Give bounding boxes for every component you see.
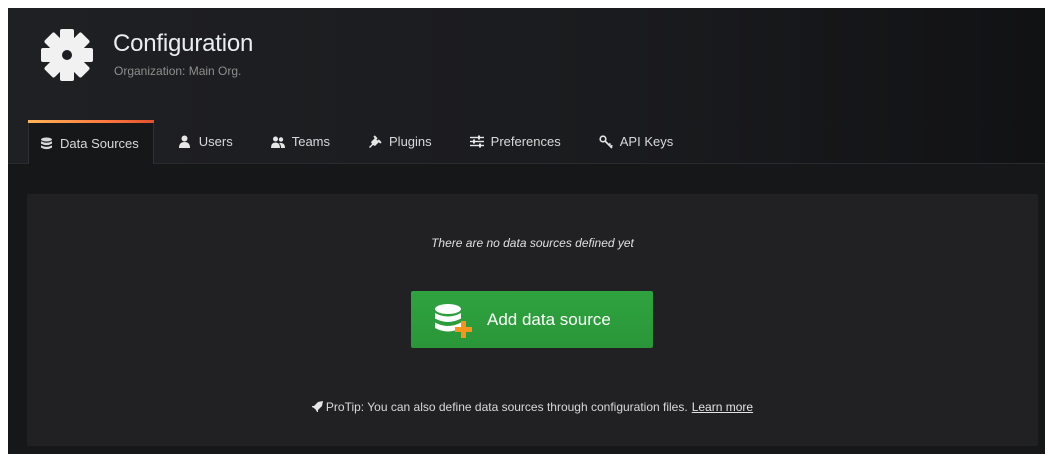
- plug-icon: [368, 135, 382, 149]
- tab-users[interactable]: Users: [168, 120, 249, 163]
- protip: ProTip: You can also define data sources…: [27, 400, 1038, 414]
- tab-data-sources[interactable]: Data Sources: [28, 120, 154, 164]
- page-subtitle: Organization: Main Org.: [114, 64, 242, 78]
- empty-state-message: There are no data sources defined yet: [431, 236, 634, 250]
- tab-teams[interactable]: Teams: [261, 120, 346, 163]
- add-data-source-label: Add data source: [487, 310, 611, 329]
- tab-label: Preferences: [490, 134, 561, 149]
- tab-preferences[interactable]: Preferences: [460, 120, 577, 163]
- database-plus-icon: [435, 304, 472, 338]
- protip-text: ProTip: You can also define data sources…: [325, 400, 688, 414]
- rocket-icon: [311, 401, 323, 412]
- page-header: Configuration Organization: Main Org. Da…: [8, 8, 1045, 164]
- database-icon: [39, 136, 53, 150]
- empty-state-panel: There are no data sources defined yet Ad…: [27, 194, 1038, 446]
- tab-label: Teams: [291, 134, 331, 149]
- key-icon: [599, 134, 613, 149]
- gear-icon: [41, 29, 93, 81]
- sliders-icon: [469, 135, 484, 149]
- learn-more-link[interactable]: Learn more: [692, 400, 753, 414]
- user-icon: [178, 135, 192, 149]
- tab-label: Data Sources: [60, 135, 139, 151]
- tab-bar: Data Sources Users Teams Plugins Prefere…: [28, 120, 701, 164]
- tab-api-keys[interactable]: API Keys: [589, 120, 689, 163]
- tab-plugins[interactable]: Plugins: [358, 120, 448, 163]
- grafana-app: Configuration Organization: Main Org. Da…: [8, 8, 1045, 454]
- screenshot-frame: Configuration Organization: Main Org. Da…: [0, 0, 1045, 454]
- add-data-source-button[interactable]: Add data source: [411, 291, 653, 348]
- tab-label: Plugins: [389, 134, 432, 149]
- users-icon: [270, 135, 285, 149]
- tab-label: API Keys: [619, 134, 674, 149]
- page-title: Configuration: [113, 30, 254, 57]
- tab-label: Users: [198, 134, 233, 149]
